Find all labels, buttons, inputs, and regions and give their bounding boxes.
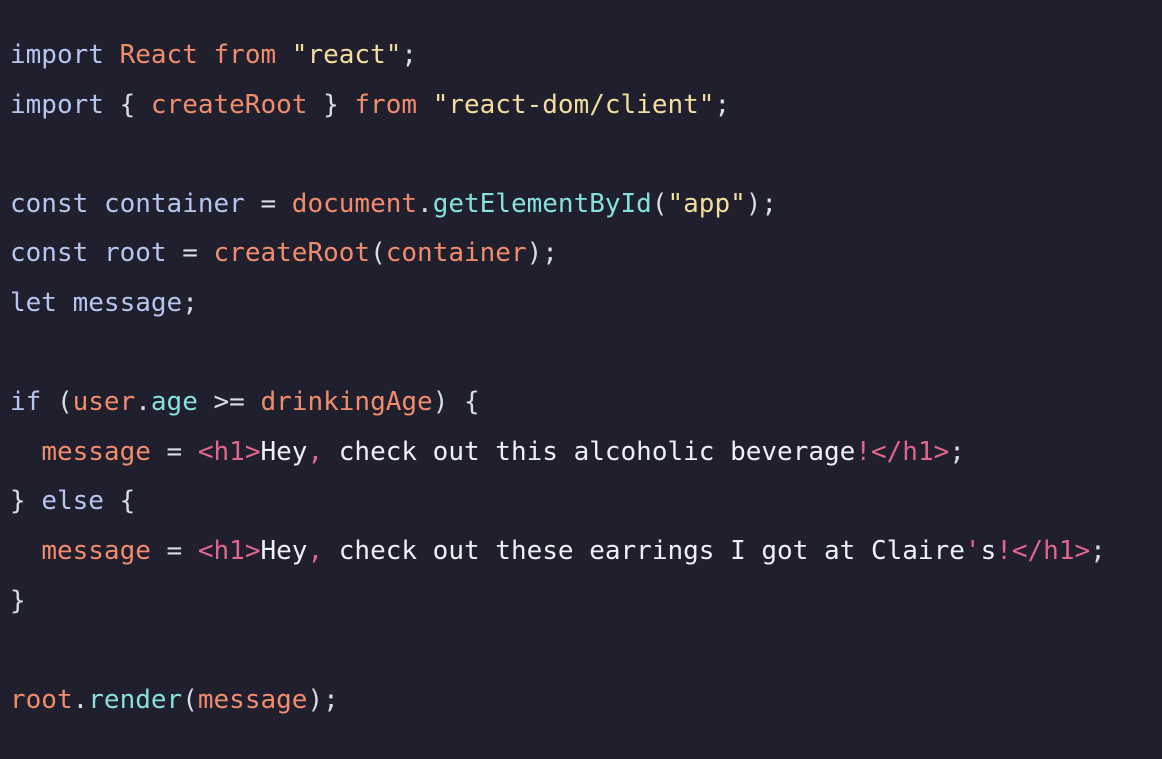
code-token-tag: !</h1> xyxy=(855,436,950,467)
code-token-punct: ; xyxy=(1090,535,1106,566)
code-token-keyword: const xyxy=(10,238,89,269)
code-token-method: getElementById xyxy=(432,188,652,219)
code-line[interactable]: const container = document.getElementByI… xyxy=(10,180,1162,230)
code-line[interactable]: ​ xyxy=(10,130,1162,180)
code-line[interactable]: root.render(message); xyxy=(10,676,1162,726)
code-token-plain: s xyxy=(980,535,997,566)
code-token-ident: message xyxy=(41,436,151,467)
code-token-keyword: let xyxy=(10,287,57,318)
code-token-ident: message xyxy=(41,535,151,566)
code-token-ident: createRoot xyxy=(150,89,308,120)
code-token-plain: check out these earrings I got at Claire xyxy=(323,535,965,566)
code-token-punct xyxy=(10,536,41,566)
code-token-punct: { xyxy=(103,89,151,120)
code-token-ident: React xyxy=(119,40,198,70)
code-line[interactable]: } xyxy=(10,577,1162,627)
code-line[interactable]: } else { xyxy=(10,477,1162,527)
code-token-method: age xyxy=(150,387,198,418)
code-token-punct: = xyxy=(150,436,198,467)
code-token-keyword: else xyxy=(41,486,104,517)
code-token-ident: user xyxy=(72,387,136,418)
code-token-string: "app" xyxy=(667,188,746,219)
code-line[interactable]: ​ xyxy=(10,329,1162,379)
code-token-keyword: root xyxy=(103,238,167,269)
code-token-string: "react-dom/client" xyxy=(432,89,715,120)
code-token-tag: ' xyxy=(964,535,981,566)
code-token-keyword: container xyxy=(103,188,245,219)
code-token-punct xyxy=(10,437,41,467)
code-token-tag: <h1> xyxy=(197,436,261,467)
code-token-tag: !</h1> xyxy=(996,535,1091,566)
code-token-tag: , xyxy=(307,535,324,566)
code-token-plain: check out this alcoholic beverage xyxy=(323,436,856,467)
code-token-punct: ( xyxy=(370,238,386,269)
code-line[interactable]: const root = createRoot(container); xyxy=(10,229,1162,279)
code-token-plain: Hey xyxy=(260,535,308,566)
code-token-punct: ); xyxy=(526,238,558,269)
code-editor[interactable]: import React from "react"; import { creat… xyxy=(0,0,1162,759)
code-token-punct: . xyxy=(417,188,433,219)
code-token-punct: } xyxy=(10,486,42,517)
code-token-ident: root xyxy=(10,684,73,715)
code-token-punct xyxy=(198,40,214,70)
code-token-ident: message xyxy=(197,684,308,715)
code-token-ident: from xyxy=(213,40,277,70)
code-token-tag: , xyxy=(307,436,324,467)
code-token-ident: drinkingAge xyxy=(260,387,433,418)
code-line[interactable]: message = <h1>Hey, check out these earri… xyxy=(10,527,1162,577)
code-token-string: "react" xyxy=(291,40,402,70)
code-token-punct xyxy=(88,238,104,268)
code-token-punct: ( xyxy=(182,684,198,715)
code-token-punct: } xyxy=(307,89,355,120)
code-token-plain: Hey xyxy=(260,436,308,467)
code-token-punct: ); xyxy=(307,684,339,715)
code-token-ident: createRoot xyxy=(213,238,371,269)
code-token-tag: <h1> xyxy=(197,535,261,566)
code-token-ident: container xyxy=(385,238,527,269)
code-token-punct xyxy=(104,40,120,70)
code-token-punct: ; xyxy=(401,40,418,70)
code-token-punct: ; xyxy=(714,89,731,120)
code-line[interactable]: if (user.age >= drinkingAge) { xyxy=(10,378,1162,428)
code-token-punct: ; xyxy=(949,436,965,467)
code-token-punct: ( xyxy=(651,188,668,219)
code-token-keyword: import xyxy=(10,40,104,70)
code-token-ident: from xyxy=(354,89,418,120)
code-token-punct: ; xyxy=(182,287,198,318)
code-token-punct: = xyxy=(150,535,198,566)
code-token-punct xyxy=(276,40,292,70)
code-token-keyword: if xyxy=(10,387,42,418)
code-token-punct: = xyxy=(166,238,214,269)
code-token-punct: ( xyxy=(41,387,73,418)
code-line[interactable]: message = <h1>Hey, check out this alcoho… xyxy=(10,428,1162,478)
code-token-punct: ); xyxy=(745,188,778,219)
code-token-punct xyxy=(88,189,104,219)
code-line[interactable]: import { createRoot } from "react-dom/cl… xyxy=(10,81,1162,131)
code-token-punct: >= xyxy=(197,387,261,418)
code-token-punct: . xyxy=(72,684,89,715)
code-token-punct: . xyxy=(135,387,151,418)
code-token-method: render xyxy=(88,684,183,715)
code-token-punct: } xyxy=(10,585,26,616)
code-line[interactable]: ​ xyxy=(10,626,1162,676)
code-token-punct: { xyxy=(103,486,136,517)
code-token-punct: ) { xyxy=(432,387,480,418)
code-line[interactable]: import React from "react"; xyxy=(10,31,1162,81)
code-token-keyword: const xyxy=(10,188,89,219)
code-line[interactable]: let message; xyxy=(10,279,1162,329)
code-token-punct xyxy=(57,288,73,318)
code-token-ident: document xyxy=(291,188,418,219)
code-token-punct xyxy=(417,90,433,120)
code-token-keyword: message xyxy=(72,287,183,318)
code-token-keyword: import xyxy=(10,89,104,120)
code-token-punct: = xyxy=(244,188,292,219)
